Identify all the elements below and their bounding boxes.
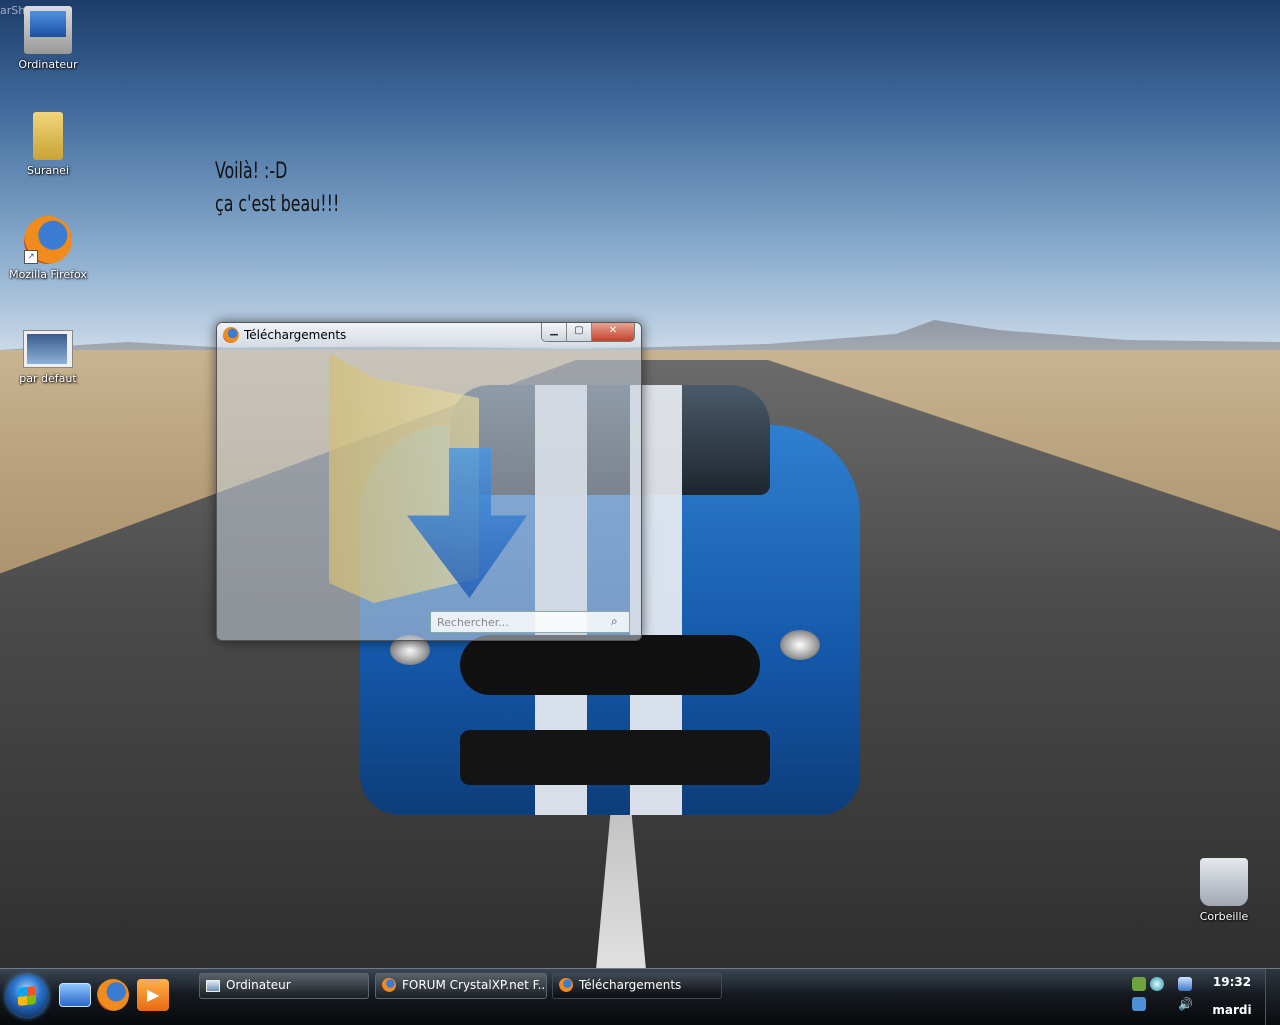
computer-icon [206, 980, 220, 992]
firefox-icon [559, 978, 573, 992]
downloads-window[interactable]: Téléchargements ▁ ▢ ✕ ⌕ [216, 322, 642, 641]
quicklaunch-show-desktop-icon[interactable] [59, 983, 91, 1007]
car-headlight [780, 630, 820, 660]
search-box[interactable]: ⌕ [430, 611, 630, 633]
window-controls: ▁ ▢ ✕ [541, 323, 635, 342]
windows-logo-icon [18, 986, 36, 1006]
quicklaunch-firefox-icon[interactable] [97, 979, 129, 1011]
desktop-note-line: Voilà! :-D [215, 159, 288, 184]
window-titlebar[interactable]: Téléchargements ▁ ▢ ✕ [217, 323, 641, 347]
start-button[interactable] [6, 975, 48, 1017]
folder-icon [33, 112, 63, 160]
search-icon[interactable]: ⌕ [611, 614, 625, 628]
quicklaunch-media-player-icon[interactable] [137, 979, 169, 1011]
show-desktop-button[interactable] [1265, 969, 1280, 1025]
desktop-note: Voilà! :-D ça c'est beau!!! [215, 155, 339, 221]
shortcut-arrow-icon: ↗ [24, 250, 38, 264]
firefox-icon [382, 978, 396, 992]
taskbar-button-label: Téléchargements [579, 978, 682, 992]
desktop-note-line: ça c'est beau!!! [215, 192, 340, 217]
wallpaper-sky [0, 0, 1280, 350]
taskbar-button-label: Ordinateur [226, 978, 291, 992]
recycle-bin-icon [1200, 858, 1248, 906]
search-input[interactable] [435, 614, 611, 630]
desktop-icon-ordinateur[interactable]: Ordinateur [0, 6, 96, 71]
desktop-icon-label: par défaut [19, 372, 77, 385]
firefox-icon [223, 327, 239, 343]
firefox-icon: ↗ [24, 216, 72, 264]
window-title: Téléchargements [244, 328, 347, 342]
taskbar-button-forum[interactable]: FORUM CrystalXP.net F... [375, 973, 547, 999]
close-button[interactable]: ✕ [592, 323, 634, 341]
taskbar-button-label: FORUM CrystalXP.net F... [402, 978, 547, 992]
taskbar-button-ordinateur[interactable]: Ordinateur [199, 973, 369, 999]
clock-day[interactable]: mardi [1208, 1003, 1256, 1017]
volume-icon[interactable]: 🔊 [1178, 997, 1193, 1011]
car-grille [460, 635, 760, 695]
tray-network-icon[interactable] [1178, 977, 1192, 991]
desktop-icon-label: Mozilla Firefox [9, 268, 87, 281]
desktop-icon-firefox[interactable]: ↗ Mozilla Firefox [0, 216, 96, 281]
taskbar-button-telechargements[interactable]: Téléchargements [552, 973, 722, 999]
desktop-icon-suranei[interactable]: Suranei [0, 112, 96, 177]
taskbar: Ordinateur FORUM CrystalXP.net F... Télé… [0, 968, 1280, 1025]
desktop-icon-label: Suranei [26, 164, 69, 177]
desktop-icon-label: Corbeille [1199, 910, 1249, 923]
clock-time[interactable]: 19:32 [1208, 975, 1256, 989]
tray-app-icon[interactable] [1150, 977, 1164, 991]
maximize-button[interactable]: ▢ [567, 323, 592, 341]
desktop-icon-label: Ordinateur [18, 58, 78, 71]
desktop-icon-corbeille[interactable]: Corbeille [1176, 858, 1272, 923]
screenshot-icon [23, 330, 73, 368]
desktop-icon-par-defaut[interactable]: par défaut [0, 330, 96, 385]
tray-security-icon[interactable] [1132, 997, 1146, 1011]
minimize-button[interactable]: ▁ [542, 323, 567, 341]
computer-icon [24, 6, 72, 54]
car-lower-grille [460, 730, 770, 785]
tray-network-status-icon[interactable] [1132, 977, 1146, 991]
